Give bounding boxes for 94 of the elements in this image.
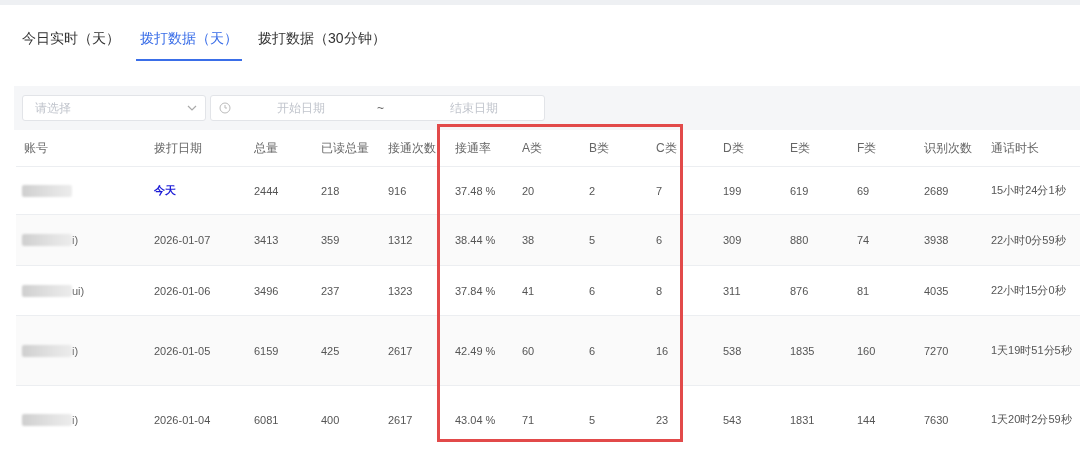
table-cell-text: 37.84 %	[454, 284, 497, 297]
redacted-block	[22, 284, 72, 297]
column-header: 已读总量	[320, 139, 370, 157]
table-cell-text: 400	[320, 413, 341, 426]
table-cell-text: 144	[856, 413, 877, 426]
column-header: 接通率	[454, 139, 492, 157]
table-cell-text: 38.44 %	[454, 234, 497, 246]
table-cell-text: 2026-01-05	[153, 344, 212, 357]
table-cell-text: 3413	[253, 234, 280, 246]
table-cell-text: 4035	[923, 284, 950, 297]
table-cell-text: 2026-01-04	[153, 413, 212, 426]
tab[interactable]: 拨打数据（天）	[136, 29, 242, 61]
column-header: 账号	[23, 139, 49, 157]
column-header: 拨打日期	[153, 139, 203, 157]
table-cell-text: 6159	[253, 344, 280, 357]
table-cell-text: 2689	[923, 184, 950, 197]
table-cell-text: 2617	[387, 413, 414, 426]
table-cell-text: 6081	[253, 413, 280, 426]
table-cell-text: 2	[588, 184, 597, 197]
table-cell-text: 6	[588, 344, 597, 357]
clock-icon	[219, 102, 231, 114]
column-header: D类	[722, 139, 745, 157]
table-cell-text: 311	[722, 284, 742, 297]
table-cell-text: 6	[588, 284, 597, 297]
table-cell-text: 22小时15分0秒	[990, 283, 1067, 298]
table-cell-text: 6	[655, 234, 664, 246]
table-cell-text: 916	[387, 184, 408, 197]
table-cell-text: 1831	[789, 413, 816, 426]
redacted-block	[22, 184, 72, 197]
table-cell-text: 37.48 %	[454, 184, 497, 197]
table-cell-text: 81	[856, 284, 871, 297]
table-cell-text: 2026-01-06	[153, 284, 212, 297]
table-cell-text: 41	[521, 284, 536, 297]
table-cell-text: 1323	[387, 284, 414, 297]
tab[interactable]: 拨打数据（30分钟）	[254, 29, 390, 61]
column-header: E类	[789, 139, 811, 157]
table-cell-text: 1天19时51分5秒	[990, 343, 1073, 358]
today-link[interactable]: 今天	[146, 183, 246, 198]
table-cell: ui)	[72, 284, 85, 297]
table-cell-text: 8	[655, 284, 664, 297]
table-cell-text: 7630	[923, 413, 950, 426]
table-cell-text: 199	[722, 184, 743, 197]
table-cell-text: 69	[856, 184, 871, 197]
table-cell-text: 5	[588, 413, 597, 426]
column-header: F类	[856, 139, 878, 157]
tab[interactable]: 今日实时（天）	[18, 29, 124, 61]
table-cell: i)	[72, 413, 79, 426]
chevron-down-icon	[187, 105, 197, 111]
column-header: B类	[588, 139, 610, 157]
table-cell-text: 543	[722, 413, 743, 426]
column-header: A类	[521, 139, 543, 157]
table-cell-text: 42.49 %	[454, 344, 497, 357]
table-cell-text: 74	[856, 234, 871, 246]
table-cell-text: 218	[320, 184, 341, 197]
table-cell-text: 5	[588, 234, 597, 246]
table-cell-text: 16	[655, 344, 670, 357]
table-cell-text: 23	[655, 413, 670, 426]
table-cell-text: 2026-01-07	[153, 234, 212, 246]
table-cell-text: 60	[521, 344, 536, 357]
table-cell-text: 160	[856, 344, 877, 357]
table-cell-text: 425	[320, 344, 341, 357]
table-cell-text: 309	[722, 234, 743, 246]
table-cell-text: 876	[789, 284, 810, 297]
table-cell-text: 237	[320, 284, 341, 297]
column-header: 通话时长	[990, 139, 1040, 157]
table-cell-text: 7270	[923, 344, 950, 357]
table-cell-text: 880	[789, 234, 810, 246]
table-cell-text: 3938	[923, 234, 950, 246]
date-range-field[interactable]: 开始日期 ~ 结束日期	[210, 95, 545, 121]
table-cell-text: 38	[521, 234, 536, 246]
table-cell-text: 1312	[387, 234, 414, 246]
table-cell-text: 1天20时2分59秒	[990, 412, 1073, 427]
table-cell-text: 15小时24分1秒	[990, 183, 1067, 198]
table-cell: i)	[72, 234, 79, 246]
redacted-block	[22, 413, 72, 426]
table-cell-text: 71	[521, 413, 536, 426]
table-cell-text: 359	[320, 234, 341, 246]
column-header: 接通次数	[387, 139, 437, 157]
table-cell-text: 2617	[387, 344, 414, 357]
table-cell-text: 20	[521, 184, 536, 197]
table-cell-text: 619	[789, 184, 810, 197]
table-cell-text: 22小时0分59秒	[990, 232, 1067, 248]
table-cell-text: 7	[655, 184, 664, 197]
table-cell-text: 538	[722, 344, 743, 357]
table-cell-text: 3496	[253, 284, 280, 297]
table-cell: i)	[72, 344, 79, 357]
column-header: C类	[655, 139, 678, 157]
table-cell-text: 2444	[253, 184, 280, 197]
redacted-block	[22, 234, 72, 246]
redacted-block	[22, 344, 72, 357]
table-cell-text: 43.04 %	[454, 413, 497, 426]
table-cell-text: 1835	[789, 344, 816, 357]
column-header: 识别次数	[923, 139, 973, 157]
column-header: 总量	[253, 139, 279, 157]
